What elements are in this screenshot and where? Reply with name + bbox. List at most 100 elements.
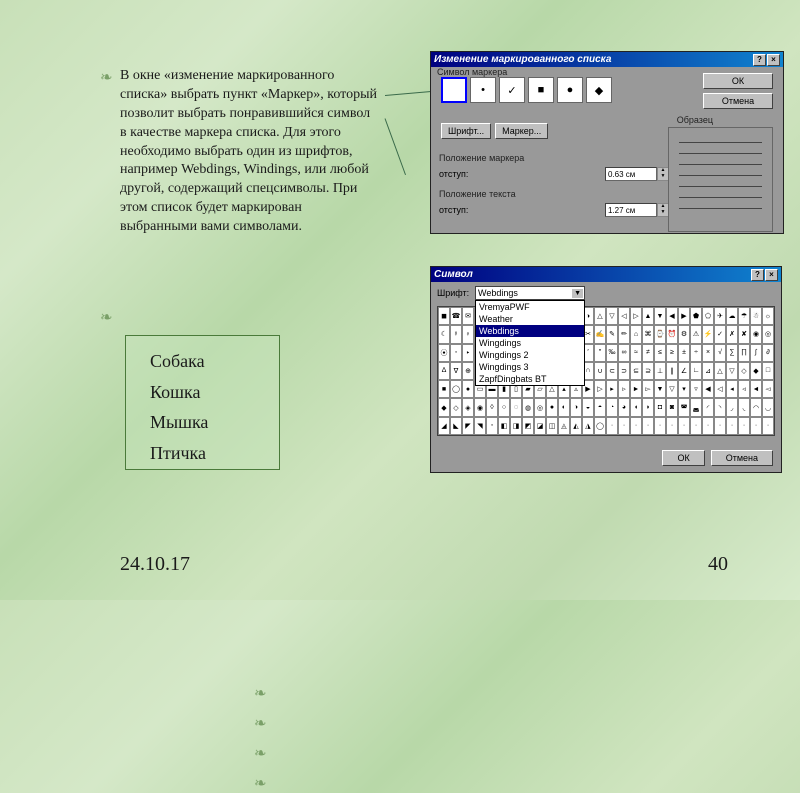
symbol-cell[interactable]: ⌚	[654, 325, 666, 343]
symbol-cell[interactable]: ∏	[738, 344, 750, 362]
symbol-cell[interactable]: ·	[630, 417, 642, 435]
font-option[interactable]: Wingdings 3	[476, 361, 584, 373]
symbol-cell[interactable]: ◟	[738, 398, 750, 416]
symbol-cell[interactable]: ✏	[618, 325, 630, 343]
symbol-cell[interactable]: ◫	[546, 417, 558, 435]
symbol-cell[interactable]: ·	[654, 417, 666, 435]
symbol-cell[interactable]: ◃	[738, 380, 750, 398]
symbol-cell[interactable]: ▷	[594, 380, 606, 398]
marker-option[interactable]: ●	[557, 77, 583, 103]
font-option[interactable]: ZapfDingbats BT	[476, 373, 584, 385]
symbol-cell[interactable]: ✎	[606, 325, 618, 343]
symbol-cell[interactable]: ☼	[762, 307, 774, 325]
symbol-cell[interactable]: ♀	[462, 325, 474, 343]
marker-option[interactable]: ✓	[499, 77, 525, 103]
symbol-cell[interactable]: ○	[498, 398, 510, 416]
font-option[interactable]: Weather	[476, 313, 584, 325]
symbol-cell[interactable]: ⌂	[630, 325, 642, 343]
symbol-cell[interactable]: ⊥	[654, 362, 666, 380]
symbol-cell[interactable]: ◣	[450, 417, 462, 435]
symbol-cell[interactable]: ◓	[594, 398, 606, 416]
symbol-cell[interactable]: ▻	[642, 380, 654, 398]
symbol-cell[interactable]: ±	[678, 344, 690, 362]
symbol-cell[interactable]: ∪	[594, 362, 606, 380]
symbol-cell[interactable]: ⊕	[462, 362, 474, 380]
symbol-cell[interactable]: ◇	[450, 398, 462, 416]
symbol-cell[interactable]: ◎	[534, 398, 546, 416]
symbol-cell[interactable]: ◭	[570, 417, 582, 435]
symbol-cell[interactable]: ◒	[582, 398, 594, 416]
symbol-cell[interactable]: ⊂	[606, 362, 618, 380]
symbol-cell[interactable]: ▽	[666, 380, 678, 398]
symbol-cell[interactable]: ◦	[486, 417, 498, 435]
symbol-cell[interactable]: ◇	[738, 362, 750, 380]
symbol-cell[interactable]: △	[714, 362, 726, 380]
symbol-cell[interactable]: ✗	[726, 325, 738, 343]
symbol-cell[interactable]: ∠	[678, 362, 690, 380]
marker-option[interactable]	[441, 77, 467, 103]
symbol-cell[interactable]: ⚙	[678, 325, 690, 343]
symbol-cell[interactable]: ▽	[726, 362, 738, 380]
symbol-cell[interactable]: ·	[666, 417, 678, 435]
symbol-cell[interactable]: ⚠	[690, 325, 702, 343]
symbol-cell[interactable]: ◕	[618, 398, 630, 416]
symbol-cell[interactable]: ◚	[678, 398, 690, 416]
symbol-cell[interactable]: ⌘	[642, 325, 654, 343]
help-button[interactable]: ?	[751, 269, 764, 281]
symbol-cell[interactable]: ◀	[702, 380, 714, 398]
symbol-cell[interactable]: ∫	[750, 344, 762, 362]
symbol-cell[interactable]: ◯	[594, 417, 606, 435]
symbol-cell[interactable]: ▲	[642, 307, 654, 325]
symbol-cell[interactable]: ✘	[738, 325, 750, 343]
symbol-cell[interactable]: ⊿	[702, 362, 714, 380]
marker-option[interactable]: •	[470, 77, 496, 103]
symbol-cell[interactable]: ÷	[690, 344, 702, 362]
symbol-cell[interactable]: ◎	[762, 325, 774, 343]
marker-button[interactable]: Маркер...	[495, 123, 548, 139]
help-button[interactable]: ?	[753, 54, 766, 66]
symbol-cell[interactable]: ·	[702, 417, 714, 435]
symbol-cell[interactable]: ☂	[738, 307, 750, 325]
symbol-cell[interactable]: ≤	[654, 344, 666, 362]
symbol-cell[interactable]: ∆	[438, 362, 450, 380]
symbol-cell[interactable]: ▽	[606, 307, 618, 325]
symbol-cell[interactable]: ☎	[450, 307, 462, 325]
symbol-cell[interactable]: ▶	[678, 307, 690, 325]
font-option[interactable]: Wingdings	[476, 337, 584, 349]
symbol-cell[interactable]: ▼	[654, 380, 666, 398]
symbol-cell[interactable]: ⦿	[438, 344, 450, 362]
symbol-cell[interactable]: √	[714, 344, 726, 362]
symbol-cell[interactable]: □	[762, 362, 774, 380]
symbol-cell[interactable]: ☾	[438, 325, 450, 343]
symbol-cell[interactable]: ·	[678, 417, 690, 435]
symbol-cell[interactable]: ◉	[474, 398, 486, 416]
symbol-cell[interactable]: ·	[750, 417, 762, 435]
symbol-cell[interactable]: ◡	[762, 398, 774, 416]
symbol-cell[interactable]: ◑	[570, 398, 582, 416]
symbol-cell[interactable]: ∇	[450, 362, 462, 380]
symbol-cell[interactable]: ●	[546, 398, 558, 416]
symbol-cell[interactable]: ◩	[522, 417, 534, 435]
symbol-cell[interactable]: ‣	[462, 344, 474, 362]
symbol-cell[interactable]: ◖	[630, 398, 642, 416]
symbol-cell[interactable]: ⚡	[702, 325, 714, 343]
symbol-cell[interactable]: ◞	[726, 398, 738, 416]
symbol-cell[interactable]: ⊃	[618, 362, 630, 380]
symbol-cell[interactable]: ◬	[558, 417, 570, 435]
symbol-cell[interactable]: ▸	[606, 380, 618, 398]
symbol-cell[interactable]: ∟	[690, 362, 702, 380]
indent-input[interactable]: 1.27 см	[605, 203, 657, 217]
symbol-cell[interactable]: ✉	[462, 307, 474, 325]
font-option[interactable]: Wingdings 2	[476, 349, 584, 361]
symbol-cell[interactable]: ●	[462, 380, 474, 398]
symbol-cell[interactable]: ⬟	[690, 307, 702, 325]
symbol-cell[interactable]: ◆	[438, 398, 450, 416]
symbol-cell[interactable]: ▾	[678, 380, 690, 398]
symbol-cell[interactable]: ☃	[750, 307, 762, 325]
symbol-cell[interactable]: ✓	[714, 325, 726, 343]
symbol-cell[interactable]: ▿	[690, 380, 702, 398]
symbol-cell[interactable]: ·	[618, 417, 630, 435]
symbol-cell[interactable]: ≠	[642, 344, 654, 362]
symbol-cell[interactable]: ·	[606, 417, 618, 435]
symbol-cell[interactable]: ◢	[438, 417, 450, 435]
